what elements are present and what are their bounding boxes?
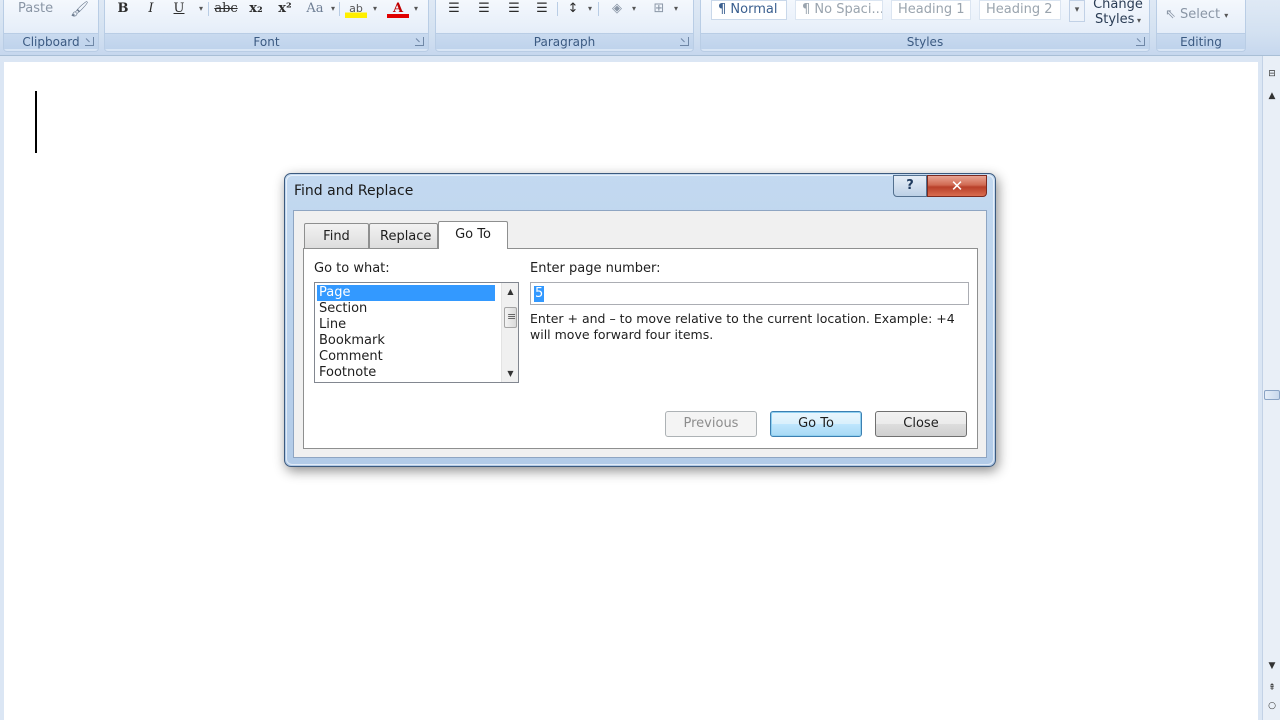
- font-group: B I U ▾ abc x₂ x² Aa ▾ ab ▾ A ▾ Font: [104, 0, 429, 52]
- paragraph-launcher-icon[interactable]: [680, 37, 689, 46]
- strikethrough-button[interactable]: abc: [213, 0, 239, 18]
- change-styles-button[interactable]: Change Styles ▾: [1089, 0, 1147, 27]
- change-styles-line2-text: Styles: [1095, 12, 1135, 27]
- listbox-scrollbar[interactable]: ▲ ▼: [501, 283, 518, 382]
- previous-page-icon[interactable]: ⇞: [1264, 680, 1280, 696]
- shading-dropdown-icon[interactable]: ▾: [630, 0, 638, 18]
- ruler-toggle-icon[interactable]: ⊟: [1264, 66, 1280, 82]
- underline-button[interactable]: U: [169, 0, 189, 18]
- shading-icon[interactable]: ◈: [606, 0, 628, 18]
- justify-icon[interactable]: ☰: [532, 0, 552, 18]
- tab-goto[interactable]: Go To: [438, 221, 508, 249]
- change-styles-line2: Styles ▾: [1089, 12, 1147, 28]
- paragraph-group: ☰ ☰ ☰ ☰ ↕ ▾ ◈ ▾ ⊞ ▾ Paragraph: [435, 0, 694, 52]
- clipboard-launcher-icon[interactable]: [85, 37, 94, 46]
- close-button[interactable]: Close: [875, 411, 967, 437]
- select-cursor-icon: ⇖: [1165, 7, 1176, 22]
- paragraph-group-label: Paragraph: [436, 33, 693, 49]
- listbox-scroll-up-icon[interactable]: ▲: [502, 283, 518, 300]
- change-case-dropdown-icon[interactable]: ▾: [329, 0, 337, 18]
- font-color-dropdown-icon[interactable]: ▾: [412, 0, 420, 18]
- separator: [208, 2, 209, 16]
- clipboard-group: Paste 🖌 Clipboard: [3, 0, 99, 52]
- tab-find[interactable]: Find: [304, 223, 369, 249]
- dialog-body: Find Replace Go To Go to what: Page Sect…: [293, 210, 987, 458]
- font-group-label: Font: [105, 33, 428, 49]
- list-item-line[interactable]: Line: [317, 317, 495, 333]
- styles-launcher-icon[interactable]: [1136, 37, 1145, 46]
- scroll-up-icon[interactable]: ▲: [1264, 88, 1280, 104]
- dialog-title: Find and Replace: [294, 183, 414, 199]
- editing-group: ⇖ Select ▾ Editing: [1156, 0, 1246, 52]
- editing-group-label: Editing: [1157, 33, 1245, 49]
- styles-more-icon[interactable]: ▾: [1069, 0, 1085, 22]
- style-no-spacing[interactable]: ¶ No Spaci...: [795, 0, 883, 20]
- change-styles-line1: Change: [1093, 0, 1143, 12]
- page-number-value[interactable]: 5: [534, 286, 545, 302]
- borders-dropdown-icon[interactable]: ▾: [672, 0, 680, 18]
- goto-button[interactable]: Go To: [770, 411, 862, 437]
- list-item-section[interactable]: Section: [317, 301, 495, 317]
- style-heading-1[interactable]: Heading 1: [891, 0, 971, 20]
- paragraph-label-text: Paragraph: [533, 35, 596, 49]
- scroll-thumb[interactable]: [1264, 390, 1280, 400]
- help-button[interactable]: ?: [893, 175, 927, 197]
- font-color-button[interactable]: A: [387, 0, 409, 18]
- browse-object-icon[interactable]: ○: [1264, 698, 1280, 714]
- scroll-down-icon[interactable]: ▼: [1264, 658, 1280, 674]
- paste-button[interactable]: Paste: [18, 0, 53, 18]
- goto-what-listbox[interactable]: Page Section Line Bookmark Comment Footn…: [314, 282, 519, 383]
- ribbon: Paste 🖌 Clipboard B I U ▾ abc x₂ x² Aa ▾…: [0, 0, 1280, 56]
- align-left-icon[interactable]: ☰: [444, 0, 464, 18]
- text-caret: [35, 91, 37, 153]
- clipboard-group-label: Clipboard: [4, 33, 98, 49]
- separator: [557, 2, 558, 16]
- select-label: Select: [1180, 7, 1221, 22]
- list-item-comment[interactable]: Comment: [317, 349, 495, 365]
- vertical-scrollbar[interactable]: ⊟ ▲ ▼ ⇞ ○: [1262, 56, 1280, 720]
- align-right-icon[interactable]: ☰: [504, 0, 524, 18]
- goto-panel: Go to what: Page Section Line Bookmark C…: [303, 248, 978, 449]
- listbox-scroll-thumb[interactable]: [504, 307, 517, 328]
- styles-group-label: Styles: [701, 33, 1149, 49]
- separator: [339, 2, 340, 16]
- editing-label-text: Editing: [1180, 35, 1222, 49]
- underline-dropdown-icon[interactable]: ▾: [197, 0, 205, 18]
- highlight-dropdown-icon[interactable]: ▾: [371, 0, 379, 18]
- select-button[interactable]: ⇖ Select ▾: [1165, 6, 1243, 24]
- listbox-scroll-down-icon[interactable]: ▼: [502, 365, 518, 382]
- change-case-button[interactable]: Aa: [303, 0, 327, 18]
- line-spacing-dropdown-icon[interactable]: ▾: [586, 0, 594, 18]
- borders-icon[interactable]: ⊞: [648, 0, 670, 18]
- format-painter-icon[interactable]: 🖌: [70, 0, 89, 18]
- list-item-footnote[interactable]: Footnote: [317, 365, 495, 381]
- styles-label-text: Styles: [906, 35, 944, 49]
- select-dropdown-icon: ▾: [1224, 11, 1229, 20]
- bold-button[interactable]: B: [113, 0, 133, 18]
- page-number-label: Enter page number:: [530, 261, 661, 276]
- change-styles-dropdown-icon: ▾: [1134, 16, 1141, 25]
- font-launcher-icon[interactable]: [415, 37, 424, 46]
- style-normal[interactable]: ¶ Normal: [711, 0, 787, 20]
- italic-button[interactable]: I: [141, 0, 161, 18]
- font-label-text: Font: [253, 35, 280, 49]
- page-number-input[interactable]: 5: [530, 282, 969, 305]
- style-heading-2[interactable]: Heading 2: [979, 0, 1061, 20]
- goto-what-label: Go to what:: [314, 261, 390, 276]
- tab-replace[interactable]: Replace: [369, 223, 438, 249]
- previous-button[interactable]: Previous: [665, 411, 757, 437]
- find-replace-dialog: Find and Replace ? ✕ Find Replace Go To …: [284, 173, 996, 467]
- subscript-button[interactable]: x₂: [246, 0, 266, 18]
- separator: [598, 2, 599, 16]
- clipboard-label-text: Clipboard: [22, 35, 80, 49]
- highlight-icon[interactable]: ab: [345, 0, 367, 18]
- align-center-icon[interactable]: ☰: [474, 0, 494, 18]
- styles-group: ¶ Normal ¶ No Spaci... Heading 1 Heading…: [700, 0, 1150, 52]
- list-item-bookmark[interactable]: Bookmark: [317, 333, 495, 349]
- close-icon[interactable]: ✕: [927, 175, 987, 197]
- goto-hint-text: Enter + and – to move relative to the cu…: [530, 311, 955, 342]
- list-item-page[interactable]: Page: [317, 285, 495, 301]
- superscript-button[interactable]: x²: [275, 0, 295, 18]
- line-spacing-icon[interactable]: ↕: [562, 0, 584, 18]
